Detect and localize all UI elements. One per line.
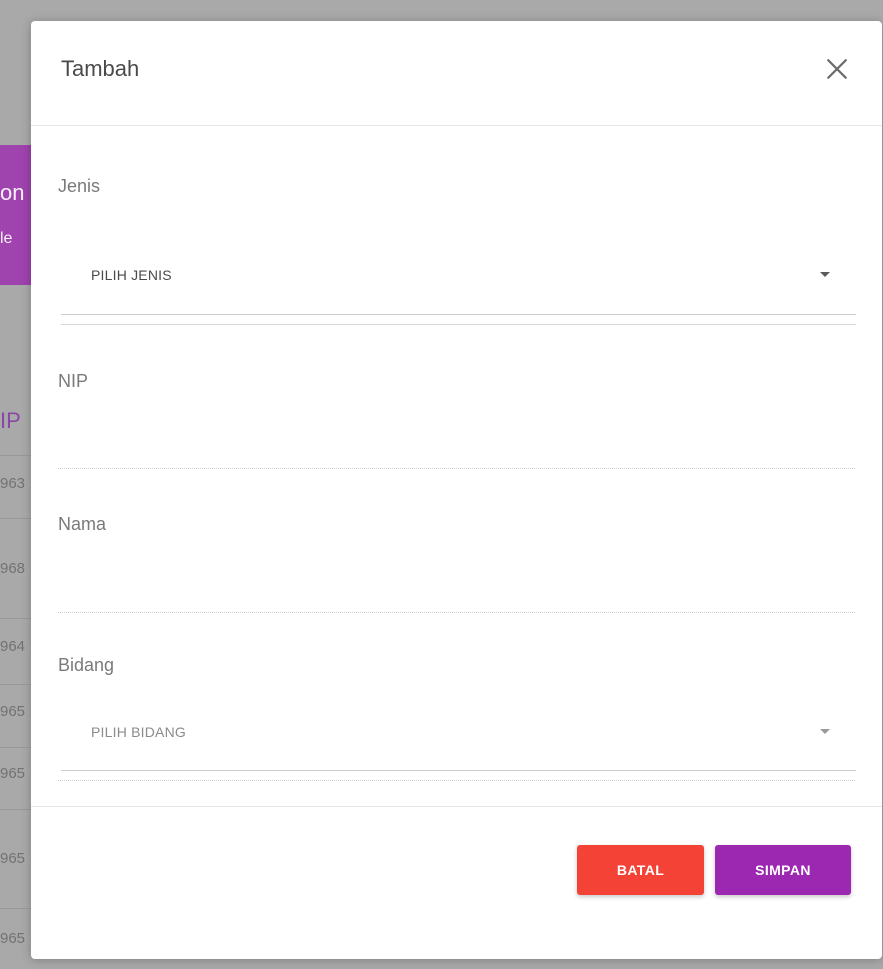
background-table-cell: 964 xyxy=(0,638,26,655)
bidang-select-underline xyxy=(61,770,856,771)
nama-label: Nama xyxy=(58,514,107,534)
jenis-select[interactable]: PILIH JENIS xyxy=(61,247,856,305)
nama-field-underline xyxy=(58,612,855,613)
tambah-modal: Tambah Jenis PILIH JENIS NIP Nama Bidang… xyxy=(31,21,882,959)
background-table-cell: 963 xyxy=(0,475,26,492)
background-banner-subtitle: le xyxy=(0,230,13,247)
background-table-cell: 968 xyxy=(0,560,26,577)
chevron-down-icon xyxy=(820,729,830,734)
jenis-label: Jenis xyxy=(58,176,101,196)
jenis-field-divider xyxy=(61,324,856,325)
nip-field-underline xyxy=(58,468,855,469)
modal-body: Jenis PILIH JENIS NIP Nama Bidang PILIH … xyxy=(31,126,882,806)
jenis-selected-value: PILIH JENIS xyxy=(91,267,172,283)
close-icon xyxy=(827,59,847,79)
bidang-select[interactable]: PILIH BIDANG xyxy=(61,704,856,762)
background-table-cell: 965 xyxy=(0,765,26,782)
chevron-down-icon xyxy=(820,272,830,277)
background-table-cell: 965 xyxy=(0,930,26,947)
bidang-label: Bidang xyxy=(58,655,115,675)
nip-label: NIP xyxy=(58,371,89,391)
bidang-selected-value: PILIH BIDANG xyxy=(91,724,186,740)
background-banner-title: on xyxy=(0,180,25,205)
background-table-cell: 965 xyxy=(0,703,26,720)
modal-header: Tambah xyxy=(31,21,882,126)
save-button[interactable]: SIMPAN xyxy=(715,845,851,895)
jenis-select-underline xyxy=(61,314,856,315)
cancel-button[interactable]: BATAL xyxy=(577,845,704,895)
bidang-field-divider xyxy=(58,780,855,781)
close-button[interactable] xyxy=(822,54,852,84)
modal-title: Tambah xyxy=(61,56,140,81)
page: on le IP 963 968 964 965 965 965 965 Tam… xyxy=(0,0,883,969)
background-table-cell: 965 xyxy=(0,850,26,867)
modal-footer: BATAL SIMPAN xyxy=(31,806,882,960)
nama-field[interactable] xyxy=(58,569,859,611)
nip-field[interactable] xyxy=(58,426,859,468)
